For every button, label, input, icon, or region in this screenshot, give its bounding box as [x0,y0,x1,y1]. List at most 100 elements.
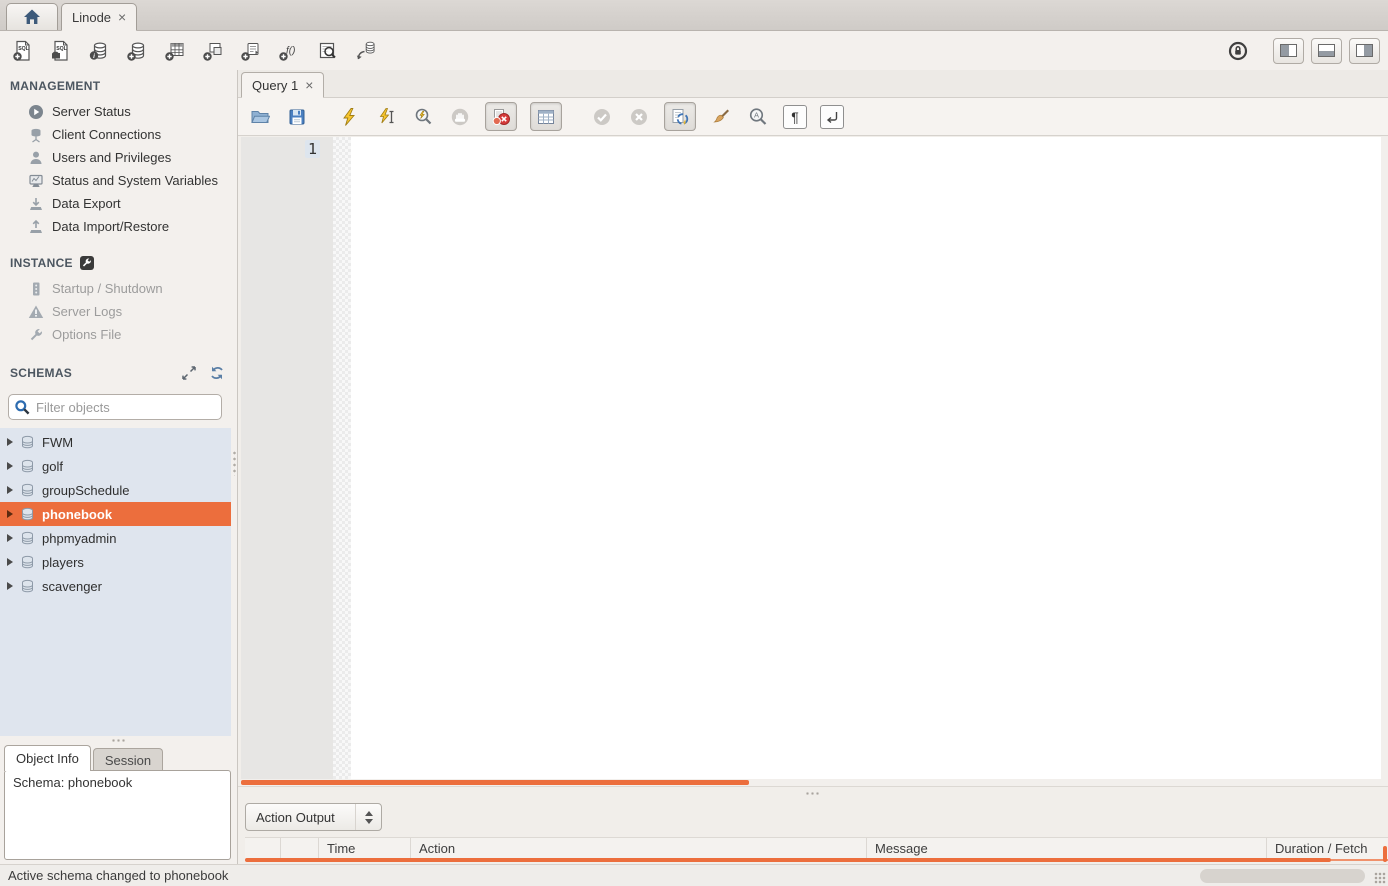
rollback-button[interactable] [627,105,651,129]
sidebar-item-system-variables[interactable]: Status and System Variables [0,169,237,192]
filter-box [8,394,222,420]
expander-icon[interactable] [7,510,13,518]
toggle-limit-rows-button[interactable] [530,102,562,131]
close-query-tab-icon[interactable]: × [305,78,313,92]
new-sql-tab-button[interactable]: SQL [10,38,36,64]
toggle-output-area-button[interactable] [1311,38,1342,64]
schema-row-scavenger[interactable]: scavenger [0,574,231,598]
expander-icon[interactable] [7,558,13,566]
scrollbar-thumb[interactable] [241,780,749,785]
beautify-query-button[interactable] [709,105,733,129]
column-message[interactable]: Message [867,838,1267,859]
column-duration-fetch[interactable]: Duration / Fetch [1267,838,1388,859]
open-sql-icon: SQL [50,40,72,62]
sidebar-item-data-import[interactable]: Data Import/Restore [0,215,237,238]
selector-spinner[interactable] [355,804,381,830]
resize-grip[interactable] [1374,872,1386,884]
database-info-icon: i [88,40,110,62]
explain-plan-button[interactable] [411,105,435,129]
home-tab[interactable] [6,3,58,30]
sidebar-item-startup-shutdown[interactable]: Startup / Shutdown [0,277,237,300]
notifications-button[interactable] [1228,41,1248,61]
sidebar-item-server-logs[interactable]: Server Logs [0,300,237,323]
expand-schemas-icon[interactable] [181,365,197,381]
column-status[interactable] [245,838,281,859]
sql-code-editor[interactable]: 1 [241,137,1388,786]
connection-tab[interactable]: Linode × [61,3,137,31]
sidebar-item-server-status[interactable]: Server Status [0,100,237,123]
search-data-button[interactable] [314,38,340,64]
schema-row-groupschedule[interactable]: groupSchedule [0,478,231,502]
output-selector[interactable]: Action Output [245,803,382,831]
tab-object-info[interactable]: Object Info [4,745,91,771]
schema-row-players[interactable]: players [0,550,231,574]
sidebar-item-data-export[interactable]: Data Export [0,192,237,215]
sidebar-splitter-handle[interactable] [233,450,236,476]
schema-row-fwm[interactable]: FWM [0,430,231,454]
show-invisibles-button[interactable]: ¶ [783,105,807,129]
create-procedure-button[interactable] [238,38,264,64]
filter-objects-input[interactable] [8,394,222,420]
home-icon [22,7,42,27]
database-info-button[interactable]: i [86,38,112,64]
toggle-stop-on-error-button[interactable] [485,102,517,131]
refresh-schemas-icon[interactable] [209,365,225,381]
database-sync-button[interactable] [352,38,378,64]
column-index[interactable] [281,838,319,859]
data-import-icon [28,219,44,235]
toggle-autocommit-button[interactable] [664,102,696,131]
mysql-workbench-window: Linode × SQL SQL i [0,0,1388,886]
find-panel-button[interactable]: A [746,105,770,129]
create-table-button[interactable] [162,38,188,64]
sidebar-item-users-privileges[interactable]: Users and Privileges [0,146,237,169]
column-time[interactable]: Time [319,838,411,859]
schema-name: players [42,555,84,570]
code-text-area[interactable] [351,137,1381,779]
expander-icon[interactable] [7,534,13,542]
tab-session[interactable]: Session [93,748,163,771]
sidebar-bottom-splitter[interactable] [0,736,237,745]
schema-icon [20,579,35,594]
execute-current-icon [376,107,396,127]
rollback-x-icon [629,107,649,127]
schema-row-golf[interactable]: golf [0,454,231,478]
toggle-right-sidebar-button[interactable] [1349,38,1380,64]
instance-config-icon[interactable] [80,256,94,270]
query-tab[interactable]: Query 1 × [241,72,324,98]
toggle-wrap-button[interactable] [820,105,844,129]
schema-row-phonebook[interactable]: phonebook [0,502,231,526]
statusbar-scrollbar-thumb[interactable] [1200,869,1365,883]
sidebar-item-options-file[interactable]: Options File [0,323,237,346]
expander-icon[interactable] [7,462,13,470]
schemas-title-label: SCHEMAS [10,366,72,380]
toggle-left-sidebar-button[interactable] [1273,38,1304,64]
search-icon [14,399,30,415]
editor-horizontal-scrollbar[interactable] [241,779,1388,786]
stop-execution-button[interactable] [448,105,472,129]
open-sql-file-button[interactable] [248,105,272,129]
save-script-button[interactable] [285,105,309,129]
open-sql-script-button[interactable]: SQL [48,38,74,64]
expander-icon[interactable] [7,438,13,446]
expander-icon[interactable] [7,486,13,494]
create-schema-icon [126,40,148,62]
commit-button[interactable] [590,105,614,129]
create-function-button[interactable]: f() [276,38,302,64]
schema-row-phpmyadmin[interactable]: phpmyadmin [0,526,231,550]
sidebar-item-label: Server Status [52,104,131,119]
execute-current-statement-button[interactable] [374,105,398,129]
sidebar-item-client-connections[interactable]: Client Connections [0,123,237,146]
output-horizontal-scrollbar[interactable] [245,858,1331,862]
output-vertical-scrollbar[interactable] [1383,846,1387,862]
create-schema-button[interactable] [124,38,150,64]
close-tab-icon[interactable]: × [118,10,126,24]
create-view-button[interactable] [200,38,226,64]
svg-text:A: A [754,110,759,119]
expander-icon[interactable] [7,582,13,590]
editor-vertical-scrollbar[interactable] [1381,137,1388,779]
execute-button[interactable] [337,105,361,129]
output-splitter[interactable] [238,786,1388,800]
commit-check-icon [592,107,612,127]
tab-label: Object Info [16,751,79,766]
column-action[interactable]: Action [411,838,867,859]
